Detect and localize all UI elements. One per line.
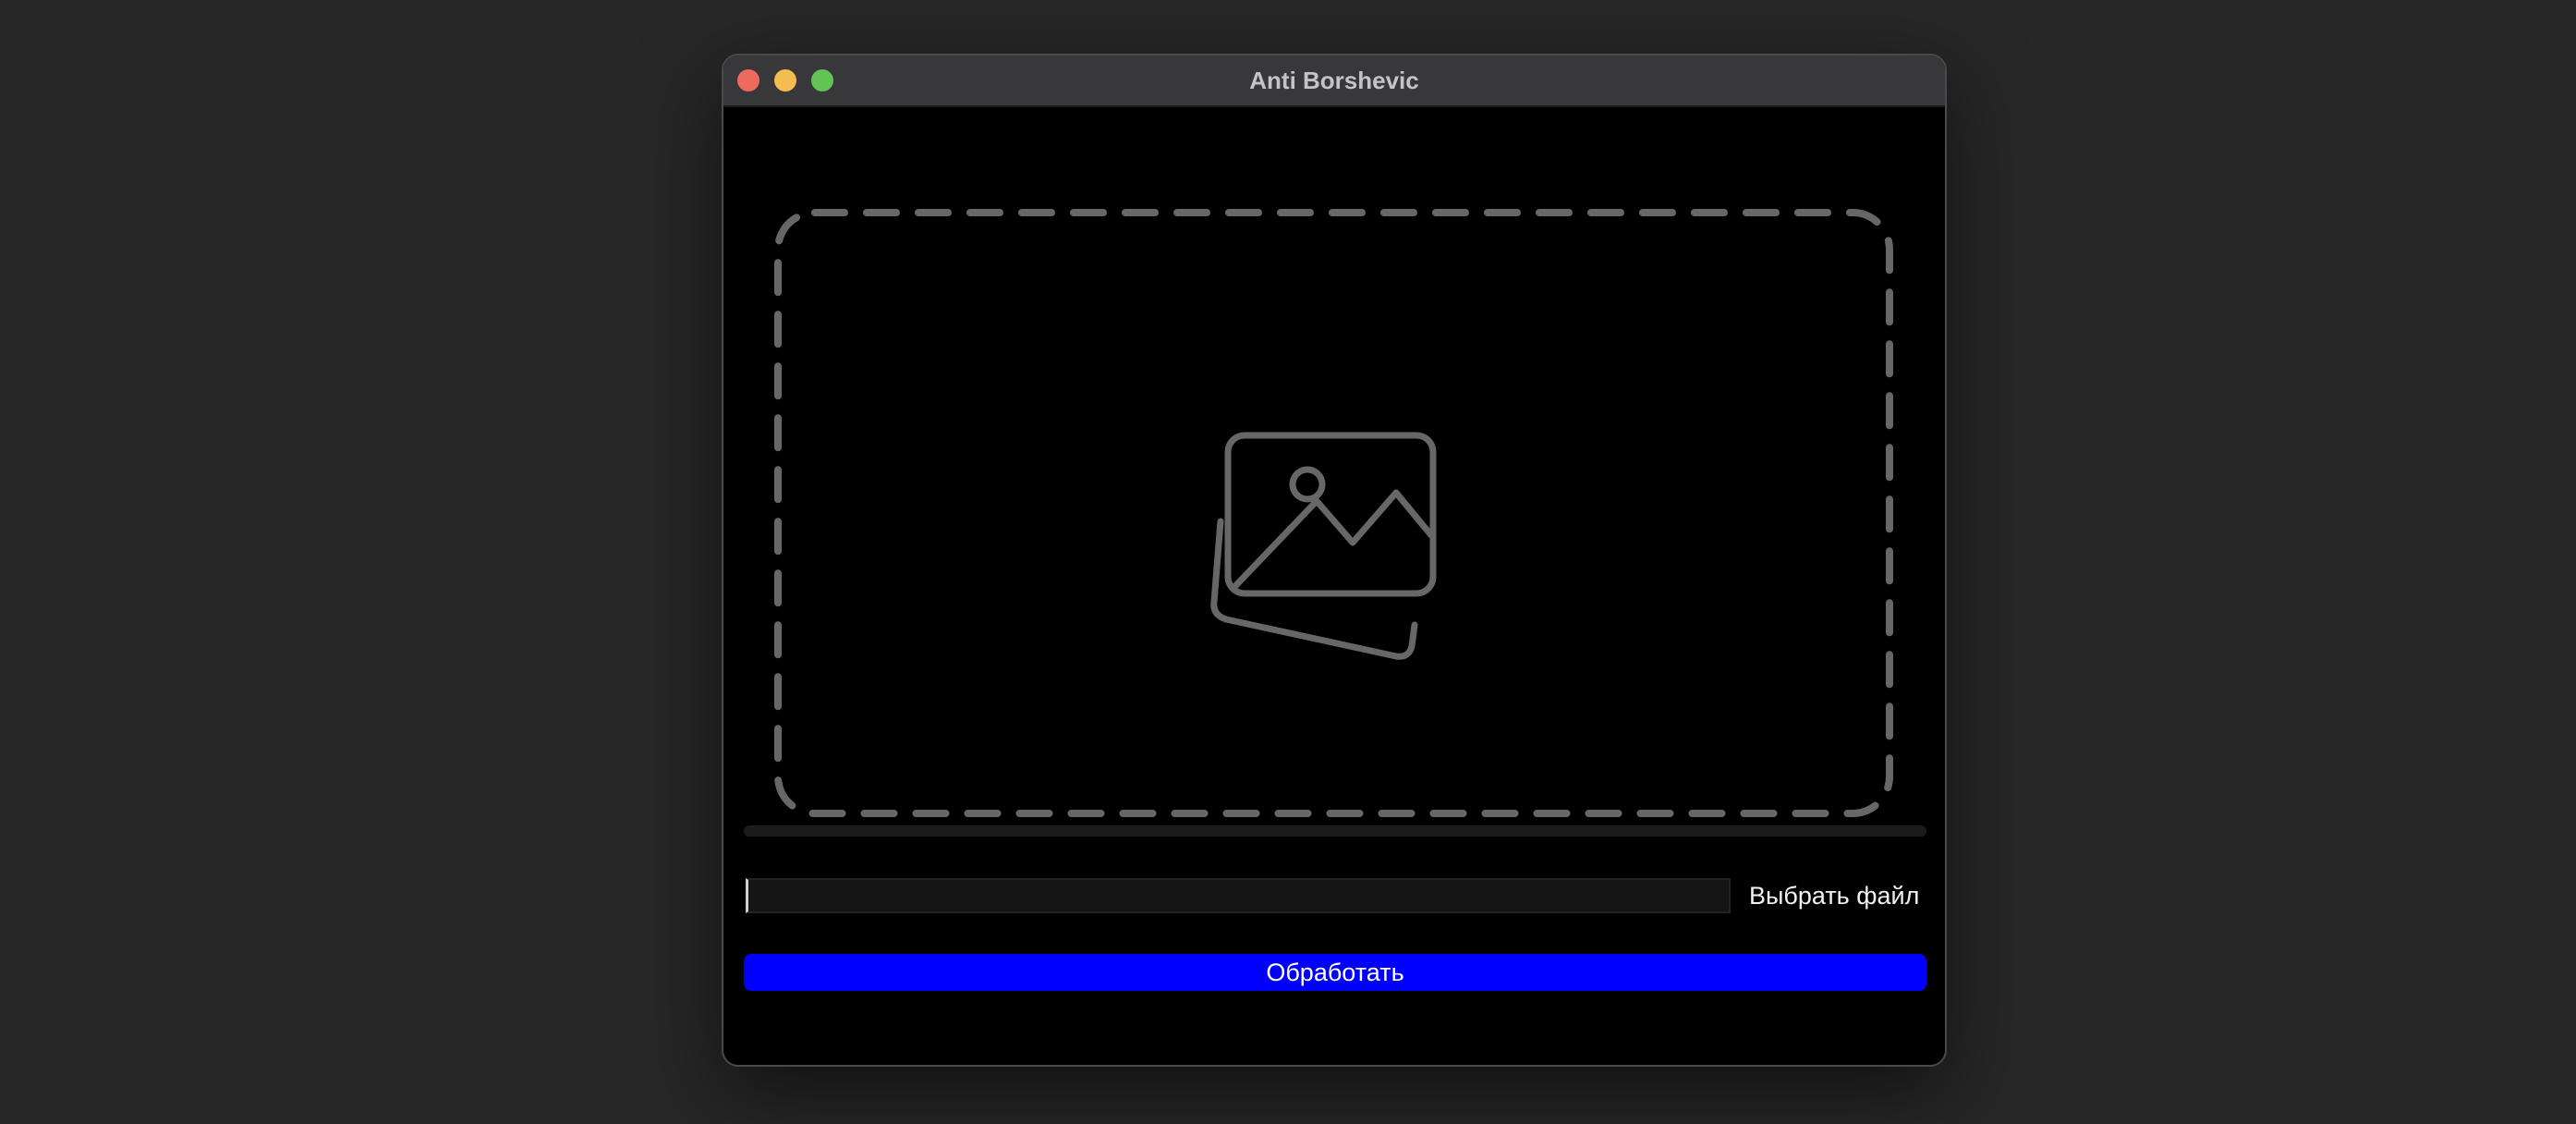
choose-file-button[interactable]: Выбрать файл — [1749, 876, 1919, 915]
drop-zone-frame — [774, 209, 1893, 817]
window-title: Anti Borshevic — [1249, 67, 1419, 94]
process-button[interactable]: Обработать — [744, 954, 1926, 991]
file-path-input[interactable] — [746, 878, 1731, 913]
image-drop-zone[interactable] — [723, 107, 1945, 837]
images-placeholder-icon — [1210, 432, 1437, 660]
dashed-border — [774, 209, 1893, 817]
title-bar[interactable]: Anti Borshevic — [723, 55, 1945, 107]
progress-bar — [744, 825, 1926, 837]
app-window: Anti Borshevic Выбрать файл Обработать — [722, 54, 1947, 1067]
